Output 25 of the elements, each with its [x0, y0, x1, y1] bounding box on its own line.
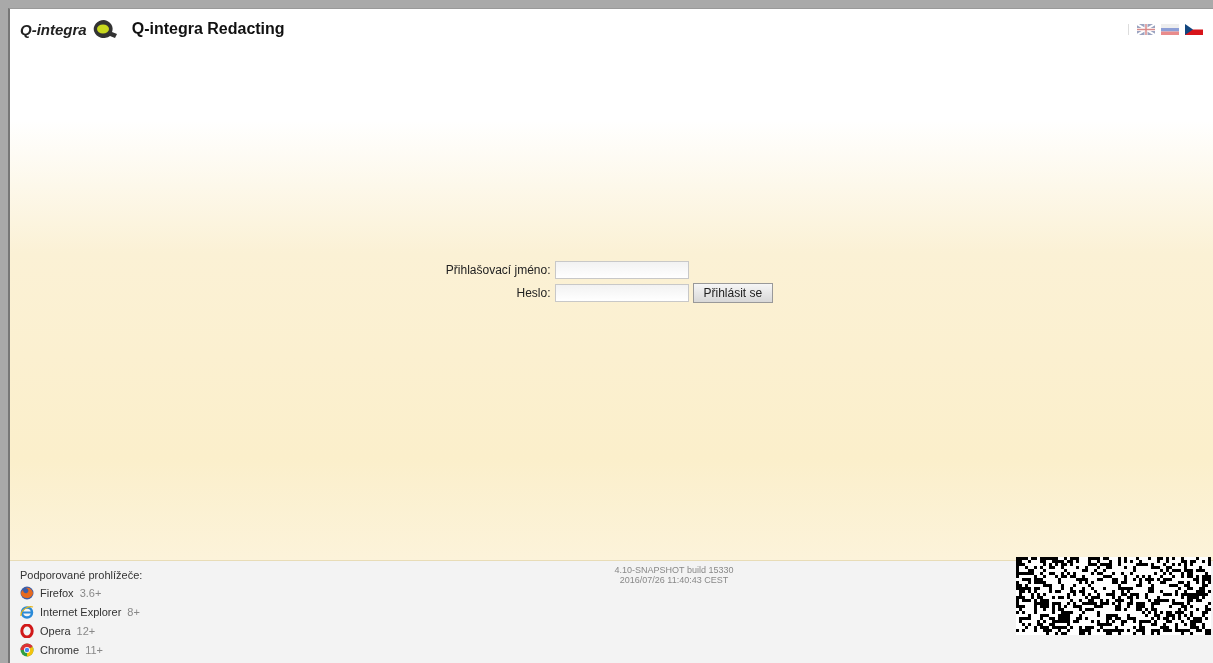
e-letter-icon [20, 605, 34, 619]
version-text: 4.10-SNAPSHOT build 15330 [614, 565, 734, 575]
username-label: Přihlašovací jméno: [445, 263, 551, 277]
app-title: Q-integra Redacting [131, 20, 285, 38]
build-date: 2016/07/26 11:40:43 CEST [619, 575, 729, 585]
browser-name: Opera [40, 625, 71, 637]
cz-flag-icon[interactable] [1185, 23, 1203, 35]
o-ring-icon [20, 624, 34, 638]
password-field[interactable] [554, 284, 689, 302]
login-button[interactable]: Přihlásit se [692, 283, 774, 303]
browser-version: 3.6+ [79, 587, 102, 599]
uk-flag-icon[interactable] [1137, 23, 1155, 35]
globe-fox-icon [20, 586, 34, 600]
browser-version: 11+ [85, 644, 103, 656]
logo-text: Q-integra [20, 20, 87, 38]
browser-name: Internet Explorer [40, 606, 122, 618]
browser-name: Firefox [40, 587, 74, 599]
browser-name: Chrome [40, 644, 80, 656]
browser-version: 12+ [76, 625, 96, 637]
password-label: Heslo: [515, 286, 551, 300]
sk-flag-icon[interactable] [1161, 23, 1179, 35]
browsers-heading: Podporované prohlížeče: [20, 569, 144, 581]
chrome-circle-icon [20, 643, 34, 657]
username-field[interactable] [554, 261, 689, 279]
browser-version: 8+ [127, 606, 140, 618]
